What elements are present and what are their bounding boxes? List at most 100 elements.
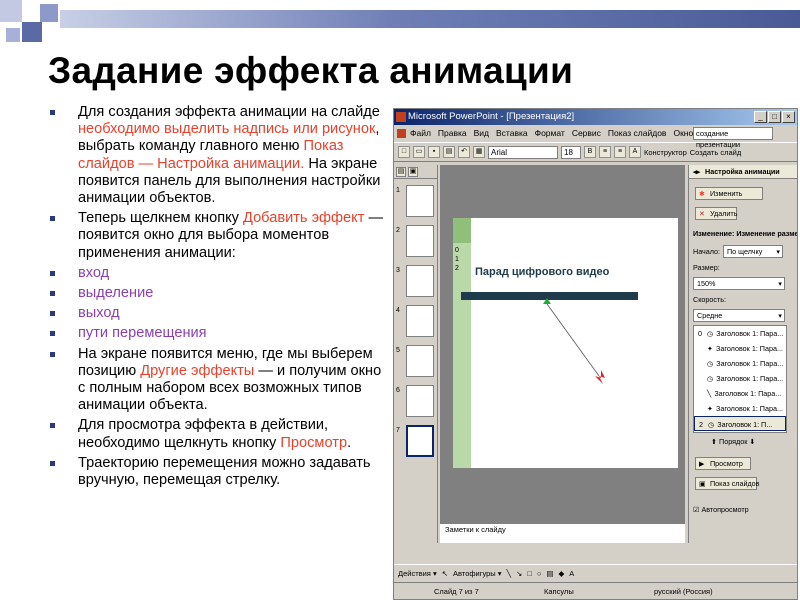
menu-bar: Файл Правка Вид Вставка Формат Сервис Показ сл… [394,125,797,149]
speed-label: Скорость: [693,295,727,304]
menu-item[interactable]: Показ слайдов [608,125,667,142]
effect-list-item[interactable]: 2 ◷ Заголовок 1: П... [694,416,786,431]
maximize-button[interactable]: □ [768,111,781,123]
order-up-icon[interactable]: ⬆ [711,437,717,446]
slide-thumbnail[interactable] [406,345,434,377]
oval-icon[interactable]: ○ [537,565,542,581]
actions-menu[interactable]: Действия ▾ [398,565,437,581]
start-select[interactable]: По щелчку [723,245,783,258]
align-icon[interactable]: ≡ [614,146,626,158]
slide-preview[interactable]: 012 Парад цифрового видео [453,218,678,468]
menu-item[interactable]: Вид [474,125,489,142]
autoshapes-menu[interactable]: Автофигуры ▾ [453,565,502,581]
effect-number [698,341,704,356]
motion-path-start-icon[interactable] [543,298,551,304]
effect-list-item[interactable]: 0 ◷ Заголовок 1: Пара... [694,326,786,341]
textbox-icon[interactable]: ▤ [546,565,553,581]
highlighted-text: выделение [78,285,154,302]
menu-item[interactable]: Правка [438,125,467,142]
effect-list-item[interactable]: ◷ Заголовок 1: Пара... [694,356,786,371]
delete-icon: ✕ [699,209,706,218]
change-effect-button[interactable]: ✱ Изменить [695,187,763,200]
new-file-icon[interactable]: □ [398,146,410,158]
slide-thumbnail[interactable] [406,385,434,417]
autopreview-checkbox[interactable]: ☑ [693,505,699,514]
arrow-icon[interactable]: ↘ [516,565,522,581]
decorative-square [0,0,22,22]
order-control[interactable]: ⬆ Порядок ⬇ [711,437,755,446]
menu-item[interactable]: Вставка [496,125,528,142]
effect-list-item[interactable]: ✦ Заголовок 1: Пара... [694,341,786,356]
delete-effect-button[interactable]: ✕ Удалить [695,207,737,220]
close-button[interactable]: × [782,111,795,123]
highlighted-text: Добавить эффект [243,210,365,227]
save-icon[interactable]: ▪ [428,146,440,158]
autopreview-row[interactable]: ☑ Автопросмотр [693,505,749,514]
slide-thumbnail[interactable] [406,185,434,217]
undo-icon[interactable]: ↶ [458,146,470,158]
pointer-icon[interactable]: ↖ [442,565,448,581]
effect-number: 0 [698,329,702,338]
status-language: русский (Россия) [654,587,713,596]
status-bar: Слайд 7 из 7 Капсулы русский (Россия) [394,582,797,599]
font-size-select[interactable]: 18 [561,145,581,159]
effect-list-item[interactable]: ╲ Заголовок 1: Пара... [694,386,786,401]
effect-icon: ◷ [708,420,715,429]
minimize-button[interactable]: _ [754,111,767,123]
bullet-list: Для создания эффекта анимации на слайде … [48,104,388,492]
bullet-item: Траекторию перемещения можно задавать вр… [48,455,388,489]
decorative-square [6,28,20,42]
fill-color-icon[interactable]: ◆ [559,565,565,581]
effect-list-item[interactable]: ◷ Заголовок 1: Пара... [694,371,786,386]
status-slide: Слайд 7 из 7 [434,587,479,596]
slide-notes[interactable]: Заметки к слайду [440,523,685,543]
preview-button[interactable]: ▶ Просмотр [695,457,751,470]
bullet-text: . [347,434,352,451]
menu-item[interactable]: Файл [410,125,431,142]
effect-label: Заголовок 1: Пара... [716,359,784,368]
outline-tab-icon[interactable]: ▤ [396,167,406,177]
slide-title: Задание эффекта анимации [48,50,574,91]
slide-thumbnail[interactable] [406,225,434,257]
effect-number [698,356,704,371]
line-icon[interactable]: ╲ [507,565,512,581]
menu-item[interactable]: Сервис [572,125,601,142]
effect-list-item[interactable]: ✦ Заголовок 1: Пара... [694,401,786,416]
speed-select[interactable]: Средне [693,309,785,322]
slide-thumbnail[interactable] [406,265,434,297]
effect-number [698,401,704,416]
decorative-square [22,22,42,42]
chart-icon[interactable]: ▦ [473,146,485,158]
thumbnail-number: 2 [396,227,400,234]
help-search-box[interactable]: создание презентации [693,127,773,149]
align-icon[interactable]: ≡ [599,146,611,158]
font-select[interactable]: Arial [488,145,558,159]
slideshow-button[interactable]: ▣ Показ слайдов [695,477,760,490]
effect-number: 2 [699,420,703,429]
taskpane-arrows-icon[interactable]: ◂▸ [693,165,700,178]
taskpane-header: ◂▸ Настройка анимации [689,165,797,179]
taskpane-title: Настройка анимации [705,167,780,176]
menu-item[interactable]: Окно [673,125,693,142]
bullet-item: выделение [48,285,388,302]
open-file-icon[interactable]: ▭ [413,146,425,158]
thumbnail-number: 6 [396,387,400,394]
slide-thumbnail[interactable] [406,425,434,457]
bold-icon[interactable]: B [584,146,596,158]
slide-thumbnail[interactable] [406,305,434,337]
effect-icon: ◷ [707,359,714,368]
font-color-icon[interactable]: A [569,565,574,581]
font-color-icon[interactable]: A [629,146,641,158]
order-down-icon[interactable]: ⬇ [749,437,755,446]
menu-item[interactable]: Формат [535,125,565,142]
rectangle-icon[interactable]: □ [527,565,532,581]
motion-path-line[interactable] [546,303,600,377]
window-title: Microsoft PowerPoint - [Презентация2] [408,111,575,122]
print-icon[interactable]: ▤ [443,146,455,158]
bullet-item: Для просмотра эффекта в действии, необхо… [48,417,388,451]
designer-button[interactable]: Конструктор [644,148,687,157]
size-select[interactable]: 150% [693,277,785,290]
window-titlebar: Microsoft PowerPoint - [Презентация2] _ … [394,109,797,125]
slides-tab-icon[interactable]: ▣ [408,167,418,177]
thumbnail-number: 1 [396,187,400,194]
